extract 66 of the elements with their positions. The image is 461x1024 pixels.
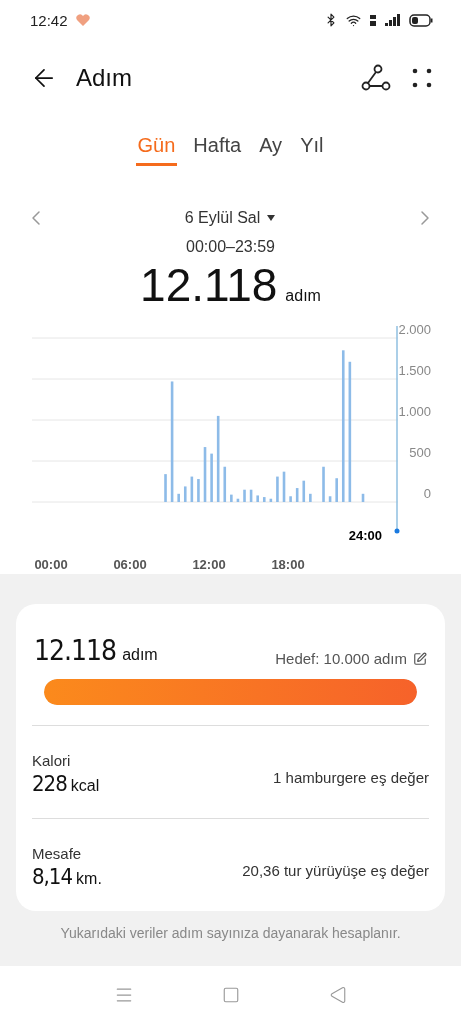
step-bar xyxy=(210,453,213,502)
step-bar xyxy=(183,486,187,502)
volte-icon xyxy=(369,13,377,27)
step-bar xyxy=(276,476,279,502)
axis-label: 06:00 xyxy=(113,557,147,572)
period-tab[interactable]: Ay xyxy=(257,128,285,166)
wifi-icon xyxy=(346,12,361,28)
step-bar xyxy=(289,496,292,502)
step-total: 12.118 xyxy=(140,258,278,312)
step-count: 12.118 xyxy=(34,634,117,667)
axis-label: 2.000 xyxy=(398,324,431,337)
home-button[interactable] xyxy=(222,986,241,1004)
goal-label: Hedef: 10.000 adım xyxy=(275,650,407,667)
edit-icon[interactable] xyxy=(413,651,427,666)
step-bar xyxy=(302,480,306,502)
step-bar xyxy=(295,488,299,502)
axis-label: 18:00 xyxy=(271,557,305,572)
step-bar xyxy=(223,466,227,502)
step-bar xyxy=(269,498,273,502)
step-bar xyxy=(177,493,180,502)
battery-icon xyxy=(409,13,433,27)
period-tab[interactable]: Hafta xyxy=(191,128,244,166)
step-bar xyxy=(361,493,365,502)
back-nav-button[interactable] xyxy=(328,986,347,1004)
axis-label: 1.500 xyxy=(398,363,431,378)
step-bar xyxy=(262,497,266,502)
stat-value: 8,14 xyxy=(32,864,73,889)
step-bar xyxy=(335,478,338,502)
step-bar xyxy=(230,494,233,502)
step-bar xyxy=(309,493,312,502)
step-bar xyxy=(282,471,286,502)
stat-label: Kalori xyxy=(32,752,72,769)
axis-label: 0 xyxy=(423,486,431,501)
comparison-note: 1 hamburgere eş değer xyxy=(273,769,429,786)
stat-value: 228 xyxy=(32,771,67,796)
axis-label: 00:00 xyxy=(34,557,68,572)
unit-label: kcal xyxy=(70,777,100,795)
footer-note: Yukarıdaki veriler adım sayınıza dayanarak hesaplanır. xyxy=(59,925,402,941)
clock: 12:42 xyxy=(30,11,68,29)
cursor-label: 24:00 xyxy=(348,528,382,543)
period-tab[interactable]: Yıl xyxy=(298,128,326,166)
unit-label: adım xyxy=(122,646,158,664)
step-bar xyxy=(203,447,207,502)
step-bar xyxy=(256,495,259,502)
axis-label: 1.000 xyxy=(398,404,431,419)
axis-label: 12:00 xyxy=(192,557,226,572)
comparison-note: 20,36 tur yürüyüşe eş değer xyxy=(242,862,429,879)
page-title: Adım xyxy=(76,64,133,92)
time-range: 00:00–23:59 xyxy=(185,238,276,256)
stat-label: Mesafe xyxy=(32,845,83,862)
route-icon[interactable] xyxy=(361,64,391,92)
date-selector[interactable]: 6 Eylül Sal xyxy=(178,208,283,228)
step-bar xyxy=(328,496,332,502)
step-bar xyxy=(164,474,167,502)
step-bar xyxy=(249,489,253,502)
dropdown-icon xyxy=(266,214,277,222)
step-bar xyxy=(322,466,325,502)
signal-icon xyxy=(385,14,401,26)
axis-label: 500 xyxy=(409,445,431,460)
step-bar xyxy=(190,476,194,502)
unit-label: km. xyxy=(76,870,102,888)
heart-icon xyxy=(75,14,90,26)
step-bar xyxy=(236,498,240,502)
unit-label: adım xyxy=(285,287,321,305)
step-bar xyxy=(197,479,200,502)
step-bar xyxy=(243,489,246,502)
